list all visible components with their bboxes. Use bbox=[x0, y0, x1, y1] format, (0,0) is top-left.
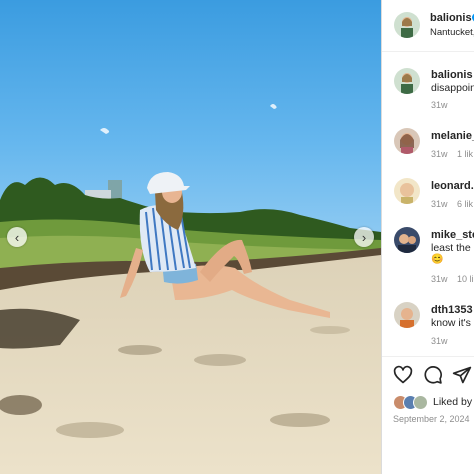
post-header: balionis Nantucket, bbox=[382, 0, 474, 52]
chevron-right-icon: › bbox=[361, 229, 367, 245]
liker-avatar bbox=[413, 395, 428, 410]
comment-avatar[interactable] bbox=[394, 128, 420, 154]
share-icon[interactable] bbox=[452, 365, 472, 385]
chevron-left-icon: ‹ bbox=[14, 229, 20, 245]
post-photo[interactable]: ‹ › bbox=[0, 0, 381, 474]
caption-text: disappoin bbox=[431, 82, 474, 94]
comment-username[interactable]: dth1353 bbox=[431, 304, 473, 316]
comment-avatar[interactable] bbox=[394, 302, 420, 328]
beach-photo-image bbox=[0, 0, 381, 474]
author-username[interactable]: balionis bbox=[430, 12, 472, 24]
heart-icon[interactable] bbox=[393, 365, 413, 385]
comment-username[interactable]: leonard. bbox=[431, 180, 474, 192]
comment-text-line: know it's bbox=[431, 317, 471, 329]
post-location[interactable]: Nantucket, bbox=[430, 27, 474, 38]
comment-text-emoji: 😊 bbox=[431, 254, 444, 265]
comment-avatar[interactable] bbox=[394, 227, 420, 253]
liked-by-avatars[interactable] bbox=[393, 395, 429, 411]
carousel-next-button[interactable]: › bbox=[354, 227, 374, 247]
post-date: September 2, 2024 bbox=[393, 414, 470, 424]
comment-text-line: least the bbox=[431, 242, 471, 254]
comment-likes[interactable]: 1 lik bbox=[457, 149, 473, 159]
comment-age: 31w bbox=[431, 199, 448, 209]
author-avatar[interactable] bbox=[394, 12, 420, 38]
comment-age: 31w bbox=[431, 336, 448, 346]
caption-age: 31w bbox=[431, 100, 448, 110]
comment-age: 31w bbox=[431, 149, 448, 159]
comment-username[interactable]: mike_ste bbox=[431, 229, 474, 241]
caption-avatar[interactable] bbox=[394, 68, 420, 94]
comment-icon[interactable] bbox=[423, 365, 443, 385]
liked-by-text[interactable]: Liked by bbox=[433, 396, 472, 408]
post-side-panel: balionis Nantucket, balionis disappoin 3… bbox=[381, 0, 474, 474]
comment-age: 31w bbox=[431, 274, 448, 284]
comment-likes[interactable]: 10 li bbox=[457, 274, 474, 284]
comment-avatar[interactable] bbox=[394, 178, 420, 204]
post-actions: Liked by September 2, 2024 bbox=[382, 356, 474, 474]
comment-username[interactable]: melanie_ bbox=[431, 130, 474, 142]
carousel-prev-button[interactable]: ‹ bbox=[7, 227, 27, 247]
caption-username[interactable]: balionis bbox=[431, 69, 473, 81]
comment-likes[interactable]: 6 lik bbox=[457, 199, 473, 209]
